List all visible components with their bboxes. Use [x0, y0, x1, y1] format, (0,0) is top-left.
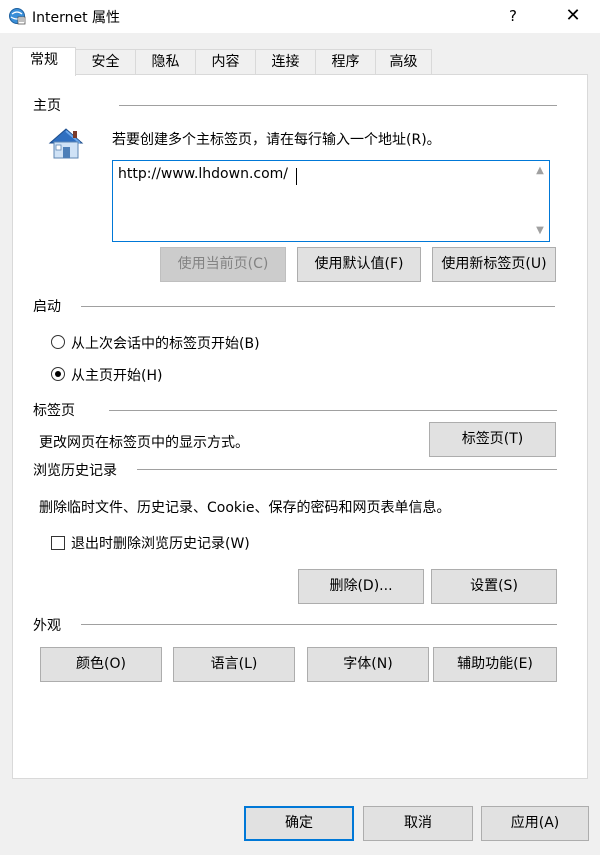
- fonts-button[interactable]: 字体(N): [307, 647, 429, 682]
- apply-button[interactable]: 应用(A): [481, 806, 589, 841]
- tab-security[interactable]: 安全: [75, 49, 136, 75]
- cancel-button[interactable]: 取消: [363, 806, 473, 841]
- section-divider: [109, 410, 557, 411]
- help-button[interactable]: ?: [490, 0, 536, 33]
- radio-homepage[interactable]: [51, 367, 65, 381]
- title-bar: Internet 属性 ? ✕: [0, 0, 600, 33]
- ok-button[interactable]: 确定: [244, 806, 354, 841]
- history-description: 删除临时文件、历史记录、Cookie、保存的密码和网页表单信息。: [39, 500, 451, 516]
- tabs-section-title: 标签页: [33, 403, 75, 419]
- delete-on-exit-label[interactable]: 退出时删除浏览历史记录(W): [71, 533, 250, 553]
- home-icon: [48, 128, 84, 159]
- delete-on-exit-checkbox[interactable]: [51, 536, 65, 550]
- section-divider: [81, 306, 555, 307]
- tabs-description: 更改网页在标签页中的显示方式。: [39, 435, 249, 451]
- radio-homepage-label[interactable]: 从主页开始(H): [71, 365, 162, 385]
- radio-selected-dot: [55, 371, 61, 377]
- startup-section-title: 启动: [33, 299, 61, 315]
- use-current-button[interactable]: 使用当前页(C): [160, 247, 286, 282]
- scroll-up-arrow-icon[interactable]: ▲: [534, 165, 546, 177]
- radio-last-session-label[interactable]: 从上次会话中的标签页开始(B): [71, 333, 260, 353]
- window-title: Internet 属性: [32, 10, 121, 26]
- history-settings-button[interactable]: 设置(S): [431, 569, 557, 604]
- dialog-body: 常规 安全 隐私 内容 连接 程序 高级 主页 若要创建多个主标签页，请在每行输…: [0, 33, 600, 855]
- radio-last-session[interactable]: [51, 335, 65, 349]
- section-divider: [119, 105, 557, 106]
- languages-button[interactable]: 语言(L): [173, 647, 295, 682]
- general-tab-panel: 主页 若要创建多个主标签页，请在每行输入一个地址(R)。 http://www.…: [12, 74, 588, 779]
- accessibility-button[interactable]: 辅助功能(E): [433, 647, 557, 682]
- use-new-tab-button[interactable]: 使用新标签页(U): [432, 247, 556, 282]
- appearance-section-title: 外观: [33, 618, 61, 634]
- tab-general[interactable]: 常规: [12, 47, 76, 76]
- scroll-down-arrow-icon[interactable]: ▼: [534, 225, 546, 237]
- section-divider: [81, 624, 557, 625]
- homepage-url-input[interactable]: http://www.lhdown.com/ ▲ ▼: [112, 160, 550, 242]
- homepage-instruction: 若要创建多个主标签页，请在每行输入一个地址(R)。: [112, 132, 441, 148]
- close-button[interactable]: ✕: [546, 0, 600, 33]
- tab-connections[interactable]: 连接: [255, 49, 316, 75]
- tab-content[interactable]: 内容: [195, 49, 256, 75]
- use-default-button[interactable]: 使用默认值(F): [297, 247, 421, 282]
- tab-programs[interactable]: 程序: [315, 49, 376, 75]
- colors-button[interactable]: 颜色(O): [40, 647, 162, 682]
- homepage-url-text: http://www.lhdown.com/: [118, 166, 289, 182]
- text-caret: [296, 168, 297, 185]
- internet-options-icon: [9, 8, 26, 25]
- tab-privacy[interactable]: 隐私: [135, 49, 196, 75]
- history-section-title: 浏览历史记录: [33, 463, 117, 479]
- tabs-settings-button[interactable]: 标签页(T): [429, 422, 556, 457]
- tab-advanced[interactable]: 高级: [375, 49, 432, 75]
- section-divider: [137, 469, 557, 470]
- delete-history-button[interactable]: 删除(D)...: [298, 569, 424, 604]
- homepage-section-title: 主页: [33, 98, 61, 114]
